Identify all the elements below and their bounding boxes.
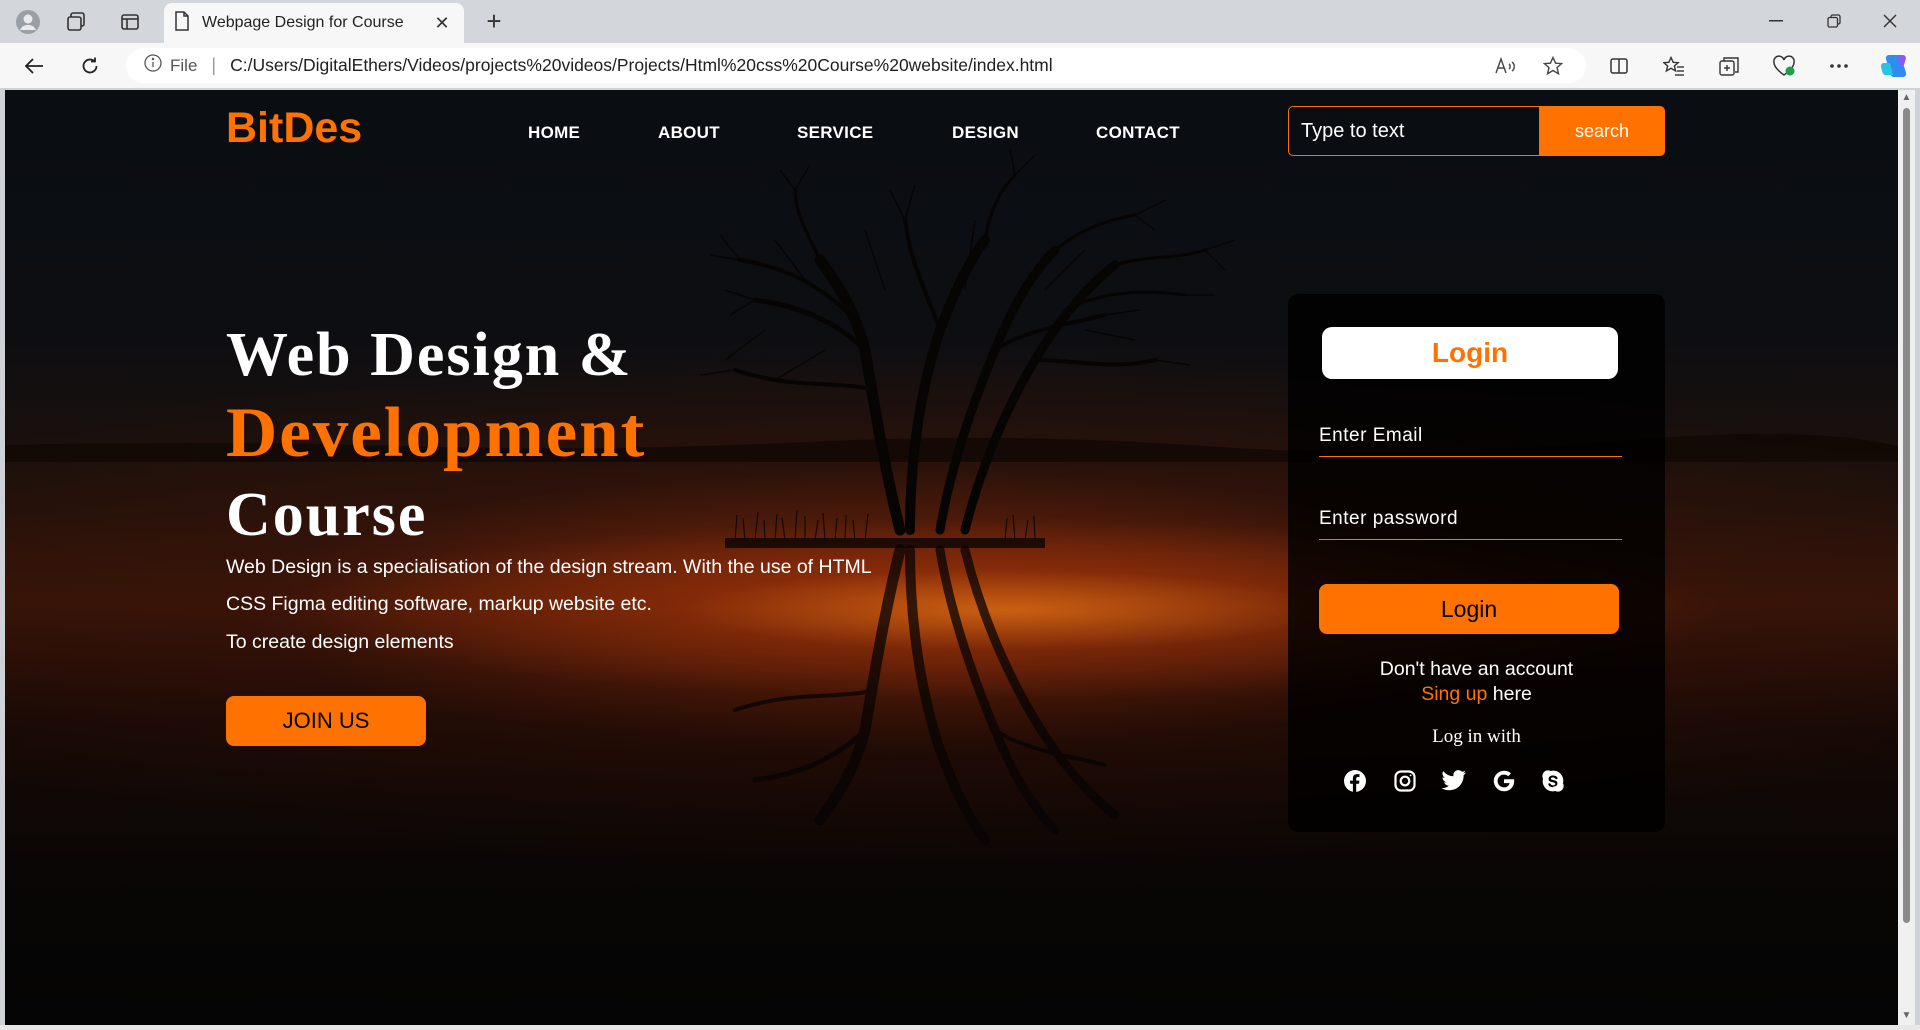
favorites-icon[interactable] — [1656, 51, 1692, 81]
signup-suffix: here — [1487, 683, 1532, 705]
site-logo[interactable]: BitDes — [226, 104, 362, 153]
nav-link-about[interactable]: ABOUT — [658, 123, 720, 143]
profile-icon[interactable] — [8, 8, 48, 36]
info-icon[interactable] — [144, 54, 162, 77]
facebook-icon[interactable] — [1340, 766, 1370, 796]
url-separator: | — [211, 55, 217, 75]
hero-heading-line-2: Development — [226, 394, 647, 472]
browser-essentials-icon[interactable] — [1766, 51, 1802, 81]
search-button[interactable]: search — [1539, 106, 1665, 156]
refresh-icon[interactable] — [72, 51, 108, 81]
scroll-down-arrow-icon[interactable]: ▼ — [1901, 1010, 1912, 1021]
hero-paragraph-line-3: To create design elements — [226, 631, 454, 653]
browser-address-bar: File | C:/Users/DigitalEthers/Videos/pro… — [0, 43, 1920, 88]
login-button[interactable]: Login — [1319, 584, 1619, 634]
page-viewport: BitDes HOME ABOUT SERVICE DESIGN CONTACT… — [5, 90, 1898, 1025]
twitter-icon[interactable] — [1439, 766, 1469, 796]
signup-link[interactable]: Sing up — [1421, 683, 1487, 705]
active-tab[interactable]: Webpage Design for Course ✕ — [164, 3, 464, 43]
copilot-icon[interactable] — [1876, 51, 1912, 81]
login-with-text: Log in with — [1432, 726, 1521, 747]
window-bottom-edge — [0, 1025, 1920, 1030]
collections-icon[interactable] — [1711, 51, 1747, 81]
restore-icon[interactable] — [1806, 6, 1862, 36]
hero-heading-line-3: Course — [226, 481, 428, 549]
password-field[interactable] — [1319, 498, 1622, 540]
nav-link-home[interactable]: HOME — [528, 123, 580, 143]
browser-tab-bar: Webpage Design for Course ✕ + — [0, 0, 1920, 43]
close-window-icon[interactable] — [1862, 6, 1918, 36]
page-icon — [174, 10, 190, 36]
url-bar[interactable]: File | C:/Users/DigitalEthers/Videos/pro… — [126, 48, 1586, 83]
nav-link-service[interactable]: SERVICE — [797, 123, 873, 143]
signup-line: Sing up here — [1288, 683, 1665, 706]
back-icon[interactable] — [16, 51, 52, 81]
hero-paragraph-line-2: CSS Figma editing software, markup websi… — [226, 593, 652, 615]
favorite-star-icon[interactable] — [1535, 51, 1571, 81]
login-card-title: Login — [1322, 327, 1618, 379]
email-field[interactable] — [1319, 415, 1622, 457]
scrollbar-thumb[interactable] — [1903, 108, 1910, 923]
split-screen-icon[interactable] — [1601, 51, 1637, 81]
close-tab-icon[interactable]: ✕ — [430, 13, 454, 34]
workspaces-icon[interactable] — [56, 8, 96, 36]
no-account-text: Don't have an account — [1379, 658, 1574, 680]
skype-icon[interactable] — [1538, 766, 1568, 796]
scroll-up-arrow-icon[interactable]: ▲ — [1901, 92, 1912, 103]
join-us-button[interactable]: JOIN US — [226, 696, 426, 746]
hero-paragraph-line-1: Web Design is a specialisation of the de… — [226, 556, 872, 578]
search-input[interactable] — [1288, 106, 1544, 156]
nav-link-design[interactable]: DESIGN — [952, 123, 1019, 143]
minimize-icon[interactable] — [1748, 6, 1804, 36]
tab-title: Webpage Design for Course — [202, 14, 404, 31]
file-label: File — [170, 55, 198, 75]
read-aloud-icon[interactable] — [1487, 51, 1523, 81]
new-tab-button[interactable]: + — [478, 8, 510, 36]
login-card: Login Login Don't have an account Sing u… — [1288, 294, 1665, 832]
hero-heading-line-1: Web Design & — [226, 321, 633, 389]
page-scrollbar[interactable]: ▲ ▼ — [1898, 90, 1915, 1025]
url-text[interactable]: C:/Users/DigitalEthers/Videos/projects%2… — [230, 55, 1053, 76]
google-icon[interactable] — [1489, 766, 1519, 796]
instagram-icon[interactable] — [1390, 766, 1420, 796]
more-options-icon[interactable] — [1821, 51, 1857, 81]
tab-actions-icon[interactable] — [110, 8, 150, 36]
nav-link-contact[interactable]: CONTACT — [1096, 123, 1180, 143]
